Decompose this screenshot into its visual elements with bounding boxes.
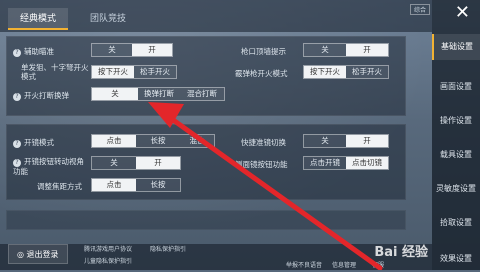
label-zoom-adjust: 调整焦距方式 <box>37 182 82 191</box>
link-privacy[interactable]: 隐私保护指引 <box>150 244 186 253</box>
help-icon[interactable]: ? <box>13 93 21 101</box>
seg-option[interactable]: 按下开火 <box>92 66 134 78</box>
support-button[interactable]: 客服 <box>372 260 384 269</box>
settings-panel-scope: ? 开镜模式 点击 长按 混合 快捷准镜切换 关 开 ? 开镜按钮转动视角功能 关 … <box>6 124 406 200</box>
wechat-icon: ◎ <box>17 250 27 259</box>
seg-option[interactable]: 松手开火 <box>134 66 176 78</box>
seg-option[interactable]: 长按 <box>136 135 180 147</box>
sidebar-item-basic[interactable]: 基础设置 <box>432 34 480 60</box>
label-muzzle-hint: 枪口顶墙提示 <box>241 47 286 56</box>
help-icon[interactable]: ? <box>13 159 21 167</box>
seg-option[interactable]: 关 <box>92 157 136 169</box>
settings-panel-next <box>6 210 406 230</box>
seg-option[interactable]: 混合 <box>180 135 214 147</box>
seg-option[interactable]: 关 <box>304 135 346 147</box>
label-fire-interrupt: ? 开火打断换弹 <box>13 91 69 101</box>
close-icon[interactable]: ✕ <box>455 4 470 22</box>
seg-option[interactable]: 点击 <box>92 135 136 147</box>
seg-option[interactable]: 点击切镜 <box>346 157 388 169</box>
seg-aim-assist[interactable]: 关 开 <box>91 43 173 57</box>
sidebar-item-vehicle[interactable]: 载具设置 <box>432 142 480 168</box>
seg-muzzle-hint[interactable]: 关 开 <box>303 43 389 57</box>
logout-button[interactable]: ◎ 退出登录 <box>8 244 68 264</box>
info-manage-button[interactable]: 信息管理 <box>332 260 356 269</box>
label-aim-assist: ? 辅助瞄准 <box>13 47 54 57</box>
seg-option[interactable]: 关 <box>92 88 138 100</box>
seg-option[interactable]: 长按 <box>136 179 180 191</box>
seg-scope-turn[interactable]: 关 开 <box>91 156 181 170</box>
sidebar-item-effects[interactable]: 效果设置 <box>432 246 480 272</box>
sidebar-item-pickup[interactable]: 拾取设置 <box>432 210 480 236</box>
label-side-scope: 侧面镜按钮功能 <box>235 160 288 169</box>
seg-option[interactable]: 关 <box>304 44 346 56</box>
help-icon[interactable]: ? <box>13 140 21 148</box>
label-quick-scope: 快捷准镜切换 <box>241 138 286 147</box>
seg-option[interactable]: 点击开镜 <box>304 157 346 169</box>
sidebar-item-sensitivity[interactable]: 灵敏度设置 <box>432 176 480 202</box>
seg-option[interactable]: 混合打断 <box>180 88 224 100</box>
seg-scope-mode[interactable]: 点击 长按 混合 <box>91 134 215 148</box>
seg-sniper-mode[interactable]: 按下开火 松手开火 <box>91 65 177 79</box>
sidebar-item-graphics[interactable]: 画面设置 <box>432 74 480 100</box>
link-user-agreement[interactable]: 腾讯游戏用户协议 <box>84 244 132 253</box>
label-scope-turn: ? 开镜按钮转动视角功能 <box>13 157 84 176</box>
label-shotgun-mode: 霰弹枪开火模式 <box>235 69 288 78</box>
seg-option[interactable]: 点击 <box>92 179 136 191</box>
help-icon[interactable]: ? <box>13 49 21 57</box>
sidebar-item-controls[interactable]: 操作设置 <box>432 108 480 134</box>
seg-option[interactable]: 关 <box>92 44 132 56</box>
seg-option[interactable]: 换弹打断 <box>138 88 180 100</box>
status-badge: 综合 <box>409 4 430 15</box>
seg-option[interactable]: 开 <box>346 44 388 56</box>
mode-tabbar: 经典模式 团队竞技 <box>0 0 432 32</box>
label-sniper-mode: 单发狙、十字弩开火模式 <box>21 63 89 81</box>
seg-option[interactable]: 开 <box>136 157 180 169</box>
seg-option[interactable]: 开 <box>346 135 388 147</box>
link-child-privacy[interactable]: 儿童隐私保护指引 <box>84 256 132 265</box>
tab-classic[interactable]: 经典模式 <box>8 8 69 30</box>
tab-team[interactable]: 团队竞技 <box>78 8 138 30</box>
seg-side-scope[interactable]: 点击开镜 点击切镜 <box>303 156 389 170</box>
seg-option[interactable]: 开 <box>132 44 172 56</box>
seg-quick-scope[interactable]: 关 开 <box>303 134 389 148</box>
watermark-logo: Bai 经验 <box>374 245 428 260</box>
seg-option[interactable]: 按下开火 <box>304 66 346 78</box>
settings-panel-fire: ? 辅助瞄准 关 开 枪口顶墙提示 关 开 单发狙、十字弩开火模式 按下开火 松手… <box>6 36 406 116</box>
seg-fire-interrupt[interactable]: 关 换弹打断 混合打断 <box>91 87 225 101</box>
seg-option[interactable]: 松手开火 <box>346 66 388 78</box>
report-voice-button[interactable]: 举报不良语音 <box>286 260 322 269</box>
seg-shotgun-mode[interactable]: 按下开火 松手开火 <box>303 65 389 79</box>
settings-sidebar: ✕ 基础设置 画面设置 操作设置 载具设置 灵敏度设置 拾取设置 效果设置 <box>432 0 480 270</box>
seg-zoom-adjust[interactable]: 点击 长按 <box>91 178 181 192</box>
label-scope-mode: ? 开镜模式 <box>13 138 54 148</box>
